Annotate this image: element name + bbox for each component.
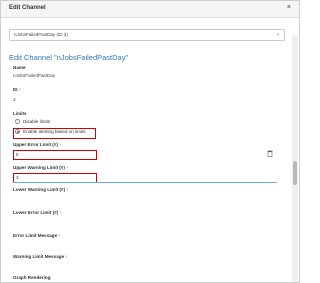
radio-icon bbox=[15, 119, 20, 124]
close-icon[interactable]: × bbox=[287, 4, 291, 11]
trash-icon[interactable] bbox=[267, 150, 273, 157]
upper-error-limit-input[interactable]: 5 bbox=[13, 150, 97, 160]
limits-label: Limits bbox=[13, 111, 27, 116]
error-limit-message-label: Error Limit Message? bbox=[13, 233, 61, 238]
graph-rendering-label: Graph Rendering bbox=[13, 275, 51, 280]
help-icon: ? bbox=[65, 254, 68, 259]
lower-warning-limit-label: Lower Warning Limit (#)? bbox=[13, 187, 69, 192]
help-icon: ? bbox=[59, 210, 62, 215]
chevron-down-icon: ⌄ bbox=[275, 31, 280, 37]
upper-warning-limit-label: Upper Warning Limit (#)? bbox=[13, 165, 69, 170]
scrollbar-thumb[interactable] bbox=[293, 161, 297, 185]
help-icon: ? bbox=[65, 165, 69, 170]
warning-limit-message-label: Warning Limit Message? bbox=[13, 254, 68, 259]
help-icon: ? bbox=[58, 142, 62, 147]
name-label: Name bbox=[13, 65, 26, 70]
scrollbar-track[interactable] bbox=[292, 35, 298, 282]
upper-error-limit-label: Upper Error Limit (#)? bbox=[13, 142, 62, 147]
id-value: 3 bbox=[13, 97, 16, 102]
id-label: ID? bbox=[13, 87, 21, 92]
radio-selected-icon bbox=[15, 129, 20, 134]
upper-error-limit-value: 5 bbox=[16, 152, 19, 157]
dialog-header: Edit Channel × bbox=[1, 1, 299, 18]
radio-enable-alerting[interactable]: Enable alerting based on limits bbox=[13, 128, 103, 136]
upper-warning-limit-value: 3 bbox=[16, 175, 19, 180]
channel-select-value: nJobsFailedPastDay (ID 3) bbox=[14, 32, 68, 37]
lower-error-limit-label: Lower Error Limit (#)? bbox=[13, 210, 62, 215]
form-heading: Edit Channel "nJobsFailedPastDay" bbox=[9, 53, 129, 62]
dialog-title: Edit Channel bbox=[9, 5, 46, 11]
name-value: nJobsFailedPastDay bbox=[13, 73, 56, 78]
focused-field-underline bbox=[13, 182, 277, 183]
edit-channel-dialog: Edit Channel × nJobsFailedPastDay (ID 3)… bbox=[0, 0, 300, 283]
radio-enable-alerting-label: Enable alerting based on limits bbox=[23, 129, 86, 134]
help-icon: ? bbox=[66, 187, 69, 192]
help-icon: ? bbox=[58, 233, 61, 238]
radio-disable-limits-label: Disable limits bbox=[23, 119, 51, 124]
radio-disable-limits[interactable]: Disable limits bbox=[13, 118, 103, 126]
help-icon: ? bbox=[18, 87, 21, 92]
channel-select[interactable]: nJobsFailedPastDay (ID 3) ⌄ bbox=[9, 29, 285, 41]
